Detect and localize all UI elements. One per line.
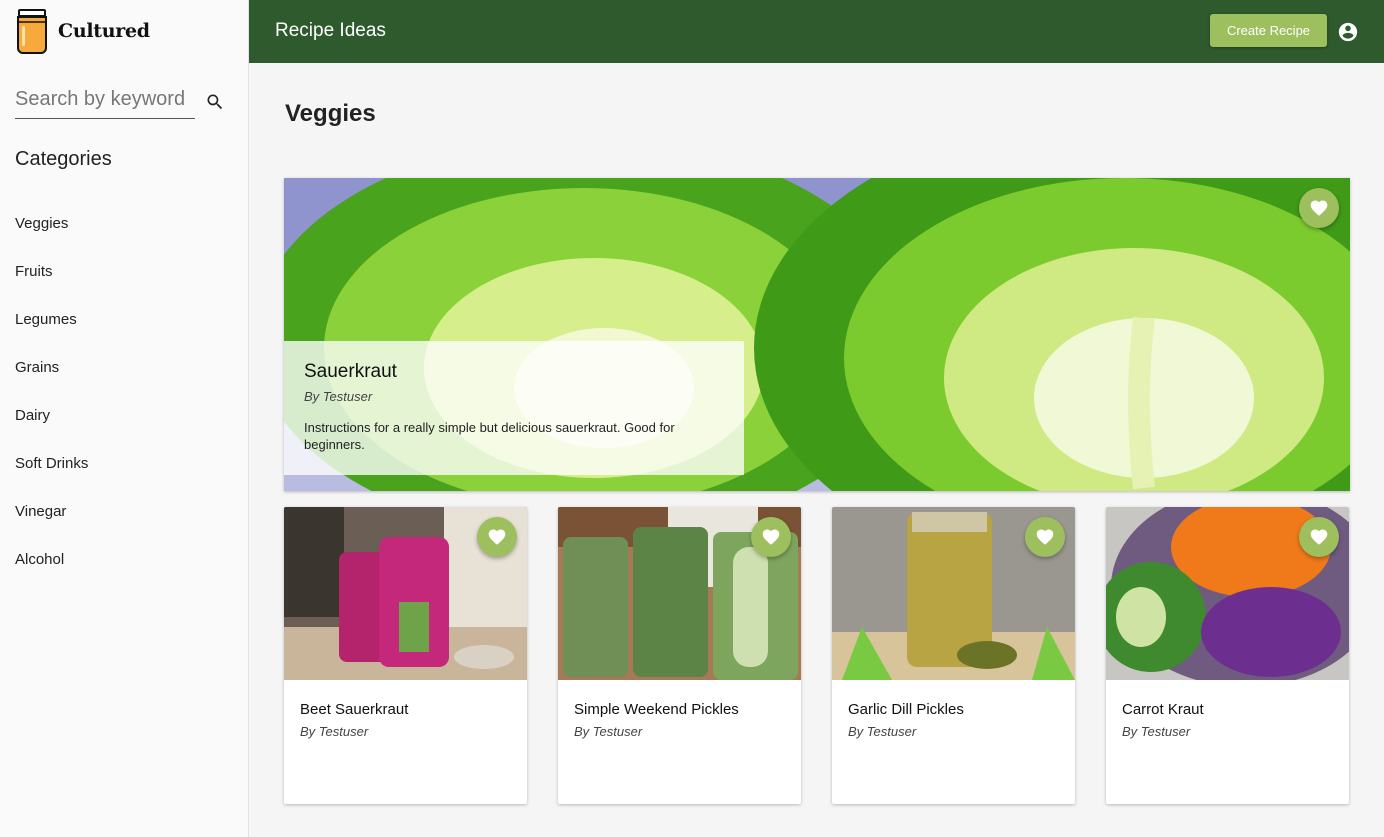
- category-item-veggies[interactable]: Veggies: [15, 211, 88, 259]
- category-item-vinegar[interactable]: Vinegar: [15, 499, 88, 547]
- categories-heading: Categories: [15, 148, 112, 170]
- favorite-button-garlic-dill-pickles[interactable]: [1025, 517, 1065, 557]
- heart-icon: [1036, 529, 1054, 545]
- heart-icon: [762, 529, 780, 545]
- search-field: [15, 82, 195, 119]
- app-name: Cultured: [58, 20, 150, 42]
- featured-recipe-author: By Testuser: [304, 389, 373, 404]
- recipe-author: By Testuser: [300, 724, 369, 739]
- heart-icon: [488, 529, 506, 545]
- featured-recipe-description: Instructions for a really simple but del…: [304, 420, 675, 452]
- category-item-alcohol[interactable]: Alcohol: [15, 547, 88, 595]
- recipe-title: Simple Weekend Pickles: [574, 701, 739, 718]
- favorite-button-carrot-kraut[interactable]: [1299, 517, 1339, 557]
- category-item-dairy[interactable]: Dairy: [15, 403, 88, 451]
- category-item-grains[interactable]: Grains: [15, 355, 88, 403]
- favorite-button-beet-sauerkraut[interactable]: [477, 517, 517, 557]
- heart-icon: [1310, 529, 1328, 545]
- recipe-title: Carrot Kraut: [1122, 701, 1204, 718]
- recipe-author: By Testuser: [574, 724, 643, 739]
- featured-recipe-card[interactable]: Sauerkraut By Testuser Instructions for …: [284, 178, 1350, 491]
- category-item-legumes[interactable]: Legumes: [15, 307, 88, 355]
- sidebar: Cultured Categories Veggies Fruits Legum…: [0, 0, 249, 837]
- account-circle-icon[interactable]: [1337, 21, 1359, 43]
- recipe-title: Beet Sauerkraut: [300, 701, 409, 718]
- category-item-soft-drinks[interactable]: Soft Drinks: [15, 451, 88, 499]
- header-title: Recipe Ideas: [275, 20, 386, 41]
- featured-recipe-title: Sauerkraut: [304, 361, 397, 382]
- recipe-author: By Testuser: [848, 724, 917, 739]
- category-list: Veggies Fruits Legumes Grains Dairy Soft…: [15, 211, 88, 595]
- favorite-button-simple-weekend-pickles[interactable]: [751, 517, 791, 557]
- app-bar: Recipe Ideas Create Recipe: [249, 0, 1384, 63]
- create-recipe-button[interactable]: Create Recipe: [1210, 14, 1327, 47]
- heart-icon: [1310, 200, 1328, 216]
- recipe-title: Garlic Dill Pickles: [848, 701, 964, 718]
- category-item-fruits[interactable]: Fruits: [15, 259, 88, 307]
- logo[interactable]: Cultured: [15, 8, 150, 54]
- search-input[interactable]: [15, 82, 190, 116]
- recipe-author: By Testuser: [1122, 724, 1191, 739]
- favorite-button-featured[interactable]: [1299, 188, 1339, 228]
- jar-logo-icon: [17, 9, 47, 54]
- search-icon[interactable]: [205, 92, 225, 112]
- page-title: Veggies: [285, 100, 376, 127]
- featured-recipe-info: Sauerkraut By Testuser Instructions for …: [284, 341, 744, 475]
